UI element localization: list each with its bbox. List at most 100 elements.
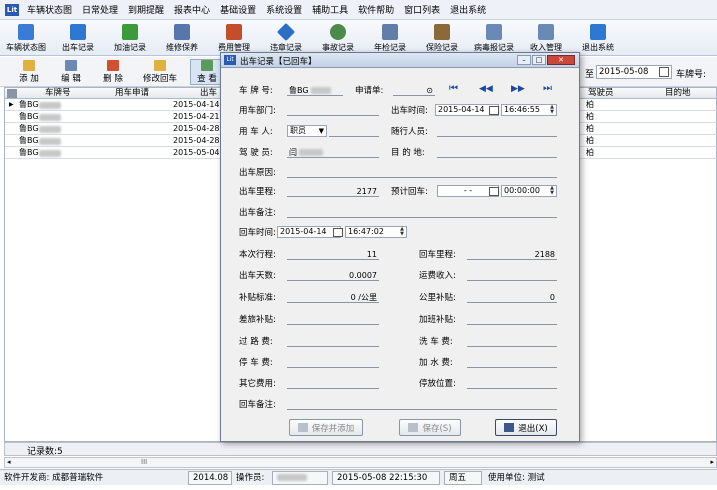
nav-next-icon[interactable]: ▶▶ (511, 83, 525, 95)
menu-exit[interactable]: 退出系统 (445, 3, 491, 16)
save-button[interactable]: 保存(S) (399, 419, 461, 436)
current-datetime: 2015-05-08 22:15:30 (332, 471, 440, 485)
table-row[interactable]: 鲁BG 2015-05-04 (5, 147, 230, 159)
trip-field[interactable]: 11 (287, 249, 379, 260)
toolbar-fuel[interactable]: 加油记录 (104, 20, 156, 56)
table-row[interactable]: ▶ 鲁BG 2015-04-14 (5, 99, 230, 111)
calendar-icon[interactable] (333, 228, 343, 237)
modify-return-button[interactable]: 修改回车 (136, 59, 184, 85)
return-date-input[interactable]: 2015-04-14 (277, 226, 341, 238)
menu-system-settings[interactable]: 系统设置 (261, 3, 307, 16)
wash-field[interactable] (467, 336, 557, 347)
dialog-titlebar[interactable]: Lit 出车记录【已回车】 – □ ✕ (221, 53, 579, 68)
dept-field[interactable] (287, 105, 379, 116)
date-to-input[interactable]: 2015-05-08 (596, 65, 672, 79)
table-row[interactable]: 鲁BG 2015-04-28 (5, 123, 230, 135)
toolbar-exit[interactable]: 退出系统 (572, 20, 624, 56)
plate-field[interactable]: 鲁BG (287, 85, 343, 96)
spin-icon[interactable]: ▲ ▼ (548, 105, 556, 116)
close-icon[interactable]: ✕ (547, 55, 575, 65)
maximize-icon[interactable]: □ (532, 55, 546, 65)
return-remark-field[interactable] (287, 399, 557, 410)
other-label: 其它费用: (239, 379, 276, 389)
calendar-icon[interactable] (659, 67, 669, 77)
table-row[interactable]: 鲁BG 2015-04-28 (5, 135, 230, 147)
table-row[interactable]: 鲁BG 2015-04-21 (5, 111, 230, 123)
travel-subsidy-label: 差旅补贴: (239, 315, 276, 325)
col-request[interactable]: 用车申请 (115, 88, 149, 99)
mileage-field[interactable]: 2177 (287, 186, 379, 197)
col-dispatch[interactable]: 出车 (200, 88, 217, 99)
exit-button[interactable]: 退出(X) (495, 419, 557, 436)
toolbar-insurance[interactable]: 保险记录 (416, 20, 468, 56)
scroll-right-icon[interactable]: ▸ (710, 458, 714, 466)
edit-button[interactable]: 编 辑 (52, 59, 90, 85)
toolbar-accident[interactable]: 事故记录 (312, 20, 364, 56)
toolbar-vehicle-status[interactable]: 车辆状态图 (0, 20, 52, 56)
spin-icon[interactable]: ▲ ▼ (398, 227, 406, 238)
toolbar-violation[interactable]: 违章记录 (260, 20, 312, 56)
lookup-icon[interactable]: ⊙ (426, 85, 433, 96)
col-driver[interactable]: 驾驶员 (588, 88, 614, 99)
companion-field[interactable] (437, 126, 557, 137)
menu-tools[interactable]: 辅助工具 (307, 3, 353, 16)
nav-prev-icon[interactable]: ◀◀ (479, 83, 493, 95)
nav-first-icon[interactable]: ⏮ (449, 83, 458, 95)
water-field[interactable] (467, 357, 557, 368)
toolbar-expense[interactable]: 费用管理 (208, 20, 260, 56)
scroll-left-icon[interactable]: ◂ (7, 458, 11, 466)
user-extra-field[interactable] (329, 126, 379, 137)
nav-last-icon[interactable]: ⏭ (543, 83, 552, 95)
user-select[interactable]: 职员 ▼ (287, 125, 327, 137)
toll-field[interactable] (287, 336, 379, 347)
toolbar-dispatch[interactable]: 出车记录 (52, 20, 104, 56)
toolbar-report[interactable]: 病毒报记录 (468, 20, 520, 56)
calendar-icon[interactable] (489, 106, 499, 115)
overtime-subsidy-field[interactable] (467, 314, 557, 325)
view-button[interactable]: 查 看 (190, 59, 224, 85)
destination-field[interactable] (437, 147, 557, 158)
col-plate[interactable]: 车牌号 (45, 88, 71, 99)
toolbar-repair[interactable]: 维修保养 (156, 20, 208, 56)
date-to-label: 至 (585, 70, 595, 80)
chevron-down-icon[interactable]: ▼ (319, 126, 324, 136)
col-destination[interactable]: 目的地 (665, 88, 691, 99)
dialog-title: 出车记录【已回车】 (240, 57, 317, 67)
travel-subsidy-field[interactable] (287, 314, 379, 325)
menu-daily[interactable]: 日常处理 (77, 3, 123, 16)
violation-icon (276, 22, 296, 41)
km-subsidy-field[interactable]: 0 (467, 292, 557, 303)
delete-button[interactable]: 删 除 (94, 59, 132, 85)
toolbar-income[interactable]: 收入管理 (520, 20, 572, 56)
operator-label: 操作员: (236, 473, 265, 483)
disk-icon (408, 423, 419, 432)
subsidy-std-field[interactable]: 0 /公里 (287, 292, 379, 303)
save-add-button[interactable]: 保存并添加 (289, 419, 363, 436)
return-remark-label: 回车备注: (239, 400, 276, 410)
add-button[interactable]: 添 加 (10, 59, 48, 85)
other-field[interactable] (287, 378, 379, 389)
menu-windows[interactable]: 窗口列表 (399, 3, 445, 16)
toolbar-inspection[interactable]: 年检记录 (364, 20, 416, 56)
request-field[interactable]: ⊙ (393, 85, 435, 96)
menu-vehicle-status[interactable]: 车辆状态图 (22, 3, 77, 16)
minimize-icon[interactable]: – (517, 55, 531, 65)
horizontal-scrollbar[interactable]: ◂ III ▸ (4, 457, 717, 468)
spin-icon[interactable]: ▲ ▼ (548, 186, 556, 197)
return-mileage-field[interactable]: 2188 (467, 249, 557, 260)
menu-reports[interactable]: 报表中心 (169, 3, 215, 16)
grid-menu-icon[interactable] (7, 89, 17, 98)
freight-field[interactable] (467, 270, 557, 281)
reason-field[interactable] (287, 167, 557, 178)
exit-door-icon (504, 423, 515, 432)
park-pos-field[interactable] (467, 378, 557, 389)
parking-field[interactable] (287, 357, 379, 368)
scroll-thumb[interactable]: III (141, 458, 147, 466)
menu-help[interactable]: 软件帮助 (353, 3, 399, 16)
menu-expiry[interactable]: 到期提醒 (123, 3, 169, 16)
driver-field[interactable]: 闫 (287, 147, 379, 158)
calendar-icon[interactable] (489, 187, 499, 196)
days-field[interactable]: 0.0007 (287, 270, 379, 281)
menu-basic-settings[interactable]: 基础设置 (215, 3, 261, 16)
remark-field[interactable] (287, 207, 557, 218)
